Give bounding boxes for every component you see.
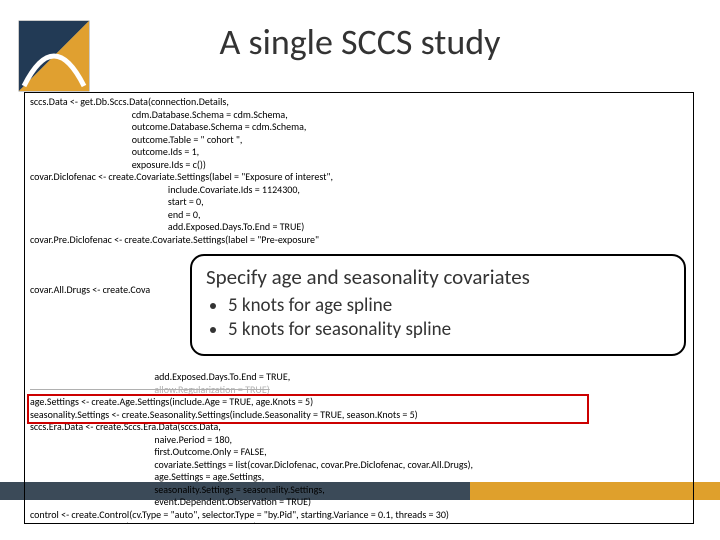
callout-bullet: 5 knots for seasonality spline xyxy=(228,318,670,341)
code-line: covar.Pre.Diclofenac <- create.Covariate… xyxy=(30,233,319,246)
slide-title: A single SCCS study xyxy=(0,20,720,64)
highlight-rectangle xyxy=(27,394,589,424)
code-line: covar.All.Drugs <- create.Cova xyxy=(30,283,150,296)
code-line: include.Covariate.Ids = 1124300, xyxy=(30,183,300,196)
callout-bullet: 5 knots for age spline xyxy=(228,294,670,317)
code-line: end = 0, xyxy=(30,208,200,221)
code-line: start = 0, xyxy=(30,195,204,208)
code-line: outcome.Database.Schema = cdm.Schema, xyxy=(30,120,306,133)
code-line: model <- fit.Sccs.Model(sccs.Era.Data, c… xyxy=(30,520,256,524)
callout-box: Specify age and seasonality covariates 5… xyxy=(190,254,686,356)
code-line: cdm.Database.Schema = cdm.Schema, xyxy=(30,108,288,121)
code-line: outcome.Ids = 1, xyxy=(30,145,199,158)
code-line: seasonality.Settings = seasonality.Setti… xyxy=(30,483,325,496)
code-line: age.Settings = age.Settings, xyxy=(30,470,264,483)
code-line: add.Exposed.Days.To.End = TRUE) xyxy=(30,220,304,233)
code-line: exposure.Ids = c()) xyxy=(30,158,206,171)
code-line: outcome.Table = " cohort ", xyxy=(30,133,242,146)
code-line: naive.Period = 180, xyxy=(30,433,232,446)
code-line: control <- create.Control(cv.Type = "aut… xyxy=(30,508,449,521)
code-line: covar.Diclofenac <- create.Covariate.Set… xyxy=(30,170,333,183)
code-line: sccs.Data <- get.Db.Sccs.Data(connection… xyxy=(30,95,229,108)
code-line: event.Dependent.Observation = TRUE) xyxy=(30,495,311,508)
callout-heading: Specify age and seasonality covariates xyxy=(206,264,670,290)
code-line: add.Exposed.Days.To.End = TRUE, xyxy=(30,370,290,383)
code-line: first.Outcome.Only = FALSE, xyxy=(30,445,267,458)
code-line: covariate.Settings = list(covar.Diclofen… xyxy=(30,458,473,471)
callout-list: 5 knots for age spline 5 knots for seaso… xyxy=(206,294,670,341)
